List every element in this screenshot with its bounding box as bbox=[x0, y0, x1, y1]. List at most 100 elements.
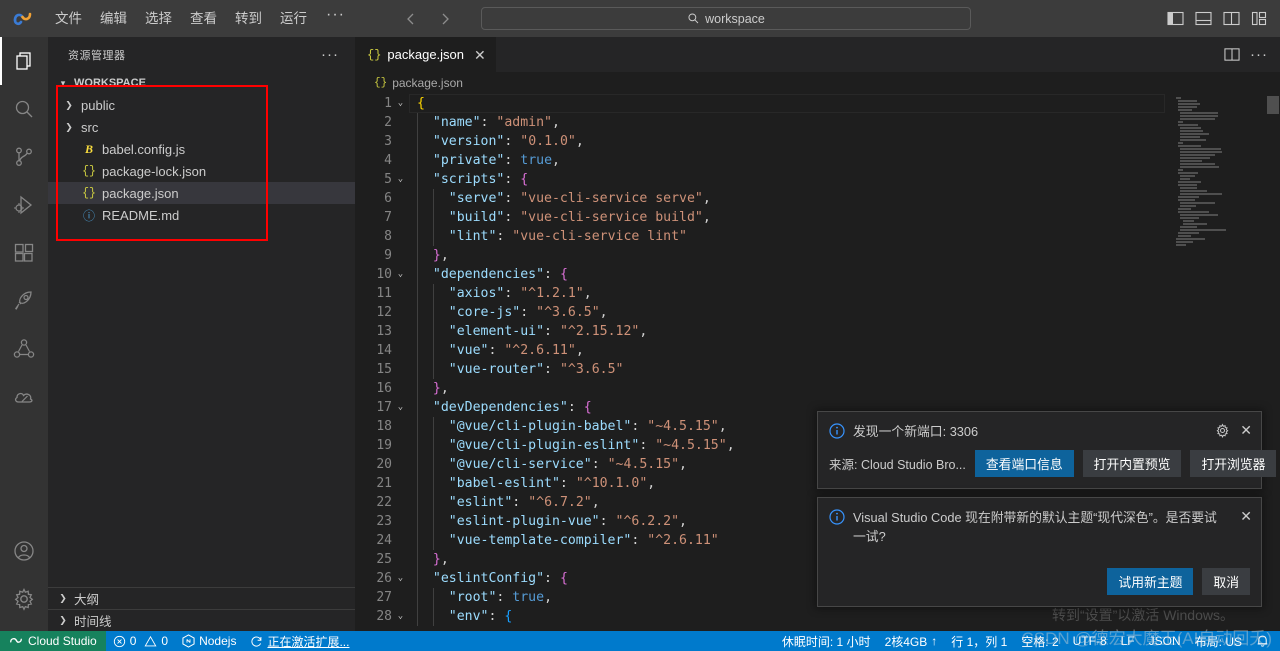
code-text: }, bbox=[409, 379, 449, 398]
fold-chevron-icon[interactable]: ⌄ bbox=[392, 398, 409, 417]
menu-file[interactable]: 文件 bbox=[46, 0, 91, 37]
fold-chevron-icon[interactable]: ⌄ bbox=[392, 170, 409, 189]
remote-indicator[interactable]: Cloud Studio bbox=[0, 631, 106, 651]
cancel-theme-button[interactable]: 取消 bbox=[1202, 568, 1250, 595]
close-icon[interactable]: ✕ bbox=[1240, 423, 1252, 438]
editor-scrollbar[interactable] bbox=[1266, 94, 1280, 631]
gear-icon[interactable] bbox=[1215, 423, 1230, 438]
rocket-icon[interactable] bbox=[0, 277, 48, 325]
code-line[interactable]: 1 ⌄ { bbox=[355, 94, 1280, 113]
code-line[interactable]: 16 }, bbox=[355, 379, 1280, 398]
file-row-babel-config[interactable]: B babel.config.js bbox=[48, 138, 355, 160]
arrow-left-icon[interactable] bbox=[403, 11, 419, 27]
open-browser-button[interactable]: 打开浏览器 bbox=[1190, 450, 1277, 477]
close-icon[interactable]: ✕ bbox=[1240, 509, 1252, 523]
file-row-package-json[interactable]: {} package.json bbox=[48, 182, 355, 204]
minimap-line bbox=[1180, 133, 1210, 135]
menu-selection[interactable]: 选择 bbox=[136, 0, 181, 37]
status-indentation[interactable]: 空格: 2 bbox=[1014, 631, 1065, 651]
status-keyboard-layout[interactable]: 布局: US bbox=[1188, 631, 1249, 651]
share-icon[interactable] bbox=[0, 325, 48, 373]
status-nodejs[interactable]: Nodejs bbox=[175, 631, 243, 651]
status-problems[interactable]: 0 0 bbox=[106, 631, 175, 651]
fold-chevron-icon[interactable]: ⌄ bbox=[392, 607, 409, 626]
close-icon[interactable]: ✕ bbox=[474, 48, 486, 62]
line-number: 10 bbox=[376, 267, 392, 282]
cloud-icon[interactable] bbox=[0, 373, 48, 421]
status-language-mode[interactable]: JSON bbox=[1142, 631, 1188, 651]
scrollbar-thumb[interactable] bbox=[1267, 96, 1279, 114]
code-line[interactable]: 3 "version": "0.1.0", bbox=[355, 132, 1280, 151]
view-port-info-button[interactable]: 查看端口信息 bbox=[974, 450, 1074, 477]
try-new-theme-button[interactable]: 试用新主题 bbox=[1107, 568, 1194, 595]
code-text: "eslintConfig": { bbox=[409, 569, 568, 588]
minimap-line bbox=[1180, 202, 1215, 204]
arrow-forward-icon[interactable] bbox=[437, 11, 453, 27]
status-encoding[interactable]: UTF-8 bbox=[1066, 631, 1114, 651]
status-sleep-time[interactable]: 休眠时间: 1 小时 bbox=[775, 631, 878, 651]
source-control-icon[interactable] bbox=[0, 133, 48, 181]
status-activating-extensions[interactable]: 正在激活扩展... bbox=[243, 631, 356, 651]
timeline-panel-header[interactable]: ❯ 时间线 bbox=[48, 609, 355, 631]
minimap-line bbox=[1180, 130, 1204, 132]
indent-guide bbox=[417, 113, 418, 132]
code-line[interactable]: 9 }, bbox=[355, 246, 1280, 265]
outline-panel-header[interactable]: ❯ 大纲 bbox=[48, 587, 355, 609]
file-row-readme[interactable]: ⓘ README.md bbox=[48, 204, 355, 226]
command-center-search[interactable]: workspace bbox=[480, 7, 971, 30]
file-row-public[interactable]: ❯ public bbox=[48, 94, 355, 116]
breadcrumb-label[interactable]: package.json bbox=[392, 76, 463, 90]
menu-view[interactable]: 查看 bbox=[181, 0, 226, 37]
status-notifications-bell[interactable] bbox=[1249, 631, 1276, 651]
code-line[interactable]: 2 "name": "admin", bbox=[355, 113, 1280, 132]
split-editor-icon[interactable] bbox=[1224, 47, 1240, 62]
more-actions-icon[interactable]: ··· bbox=[1250, 47, 1268, 62]
workspace-section-header[interactable]: ▾ WORKSPACE bbox=[48, 72, 355, 94]
search-icon[interactable] bbox=[0, 85, 48, 133]
explorer-icon[interactable] bbox=[0, 37, 48, 85]
code-line[interactable]: 4 "private": true, bbox=[355, 151, 1280, 170]
toggle-secondary-sidebar-icon[interactable] bbox=[1221, 9, 1241, 29]
menu-edit[interactable]: 编辑 bbox=[91, 0, 136, 37]
code-text: "private": true, bbox=[409, 151, 560, 170]
code-text: { bbox=[417, 96, 425, 111]
code-line[interactable]: 14 "vue": "^2.6.11", bbox=[355, 341, 1280, 360]
code-line[interactable]: 11 "axios": "^1.2.1", bbox=[355, 284, 1280, 303]
menu-go[interactable]: 转到 bbox=[226, 0, 271, 37]
sync-icon bbox=[250, 635, 263, 648]
status-cursor-position[interactable]: 行 1，列 1 bbox=[944, 631, 1014, 651]
code-line[interactable]: 13 "element-ui": "^2.15.12", bbox=[355, 322, 1280, 341]
code-line[interactable]: 15 "vue-router": "^3.6.5" bbox=[355, 360, 1280, 379]
menu-run[interactable]: 运行 bbox=[271, 0, 316, 37]
code-line[interactable]: 8 "lint": "vue-cli-service lint" bbox=[355, 227, 1280, 246]
code-line[interactable]: 7 "build": "vue-cli-service build", bbox=[355, 208, 1280, 227]
open-builtin-preview-button[interactable]: 打开内置预览 bbox=[1082, 450, 1182, 477]
status-specs[interactable]: 2核4GB ↑ bbox=[878, 631, 945, 651]
sidebar-more-actions-icon[interactable]: ··· bbox=[321, 46, 347, 63]
indent-guide bbox=[417, 341, 418, 360]
file-row-package-lock[interactable]: {} package-lock.json bbox=[48, 160, 355, 182]
account-icon[interactable] bbox=[0, 527, 48, 575]
tab-package-json[interactable]: {} package.json ✕ bbox=[355, 37, 497, 72]
toggle-panel-icon[interactable] bbox=[1193, 9, 1213, 29]
indent-guide bbox=[417, 512, 418, 531]
toggle-primary-sidebar-icon[interactable] bbox=[1165, 9, 1185, 29]
fold-chevron-icon[interactable]: ⌄ bbox=[392, 569, 409, 588]
indent-guide bbox=[432, 455, 434, 474]
status-eol[interactable]: LF bbox=[1114, 631, 1142, 651]
customize-layout-icon[interactable] bbox=[1249, 9, 1269, 29]
minimap-line bbox=[1180, 178, 1190, 180]
menu-overflow-icon[interactable]: ··· bbox=[316, 0, 355, 37]
code-line[interactable]: 6 "serve": "vue-cli-service serve", bbox=[355, 189, 1280, 208]
extensions-icon[interactable] bbox=[0, 229, 48, 277]
fold-chevron-icon[interactable]: ⌄ bbox=[392, 265, 409, 284]
code-line[interactable]: 12 "core-js": "^3.6.5", bbox=[355, 303, 1280, 322]
file-row-src[interactable]: ❯ src bbox=[48, 116, 355, 138]
minimap-line bbox=[1180, 118, 1215, 120]
run-and-debug-icon[interactable] bbox=[0, 181, 48, 229]
manage-settings-icon[interactable] bbox=[0, 575, 48, 623]
code-line[interactable]: 10 ⌄ "dependencies": { bbox=[355, 265, 1280, 284]
code-line[interactable]: 5 ⌄ "scripts": { bbox=[355, 170, 1280, 189]
fold-chevron-icon[interactable]: ⌄ bbox=[392, 94, 409, 113]
